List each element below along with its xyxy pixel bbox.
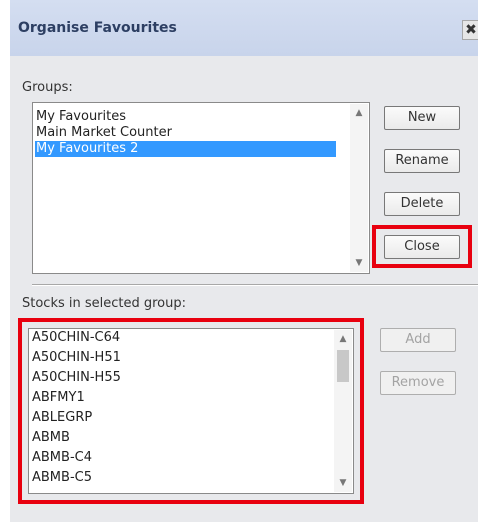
add-button[interactable]: Add: [380, 328, 456, 352]
group-item-my-favourites[interactable]: My Favourites: [35, 109, 336, 125]
rename-button[interactable]: Rename: [384, 149, 460, 173]
remove-button[interactable]: Remove: [380, 371, 456, 395]
new-button[interactable]: New: [384, 106, 460, 130]
close-button-highlight: [372, 225, 472, 268]
groups-scrollbar[interactable]: ▲ ▼: [350, 104, 368, 272]
group-item-my-favourites-2[interactable]: My Favourites 2: [35, 141, 336, 157]
groups-label: Groups:: [22, 80, 73, 95]
scroll-down-arrow-icon[interactable]: ▼: [350, 254, 368, 272]
groups-listbox[interactable]: My Favourites Main Market Counter My Fav…: [32, 102, 370, 274]
dialog-title: Organise Favourites: [18, 20, 177, 36]
organise-favourites-dialog: Organise Favourites ✖ Groups: My Favouri…: [10, 0, 478, 522]
stocks-label: Stocks in selected group:: [22, 296, 187, 311]
group-item-main-market-counter[interactable]: Main Market Counter: [35, 125, 336, 141]
title-bar[interactable]: Organise Favourites ✖: [10, 0, 478, 56]
stocks-listbox-highlight: [18, 318, 364, 504]
delete-button[interactable]: Delete: [384, 192, 460, 216]
separator: [32, 284, 478, 286]
close-icon[interactable]: ✖: [462, 20, 478, 40]
scroll-up-arrow-icon[interactable]: ▲: [350, 104, 368, 122]
